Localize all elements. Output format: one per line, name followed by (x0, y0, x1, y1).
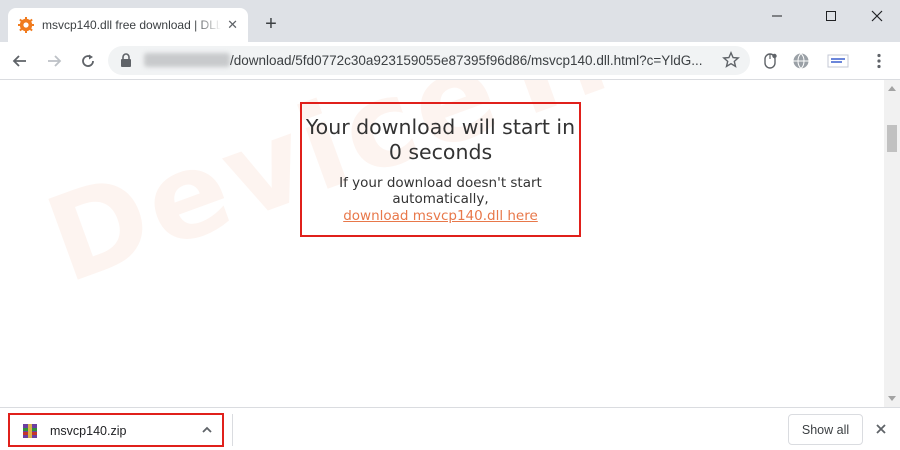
download-item[interactable]: msvcp140.zip (8, 413, 224, 447)
address-bar[interactable]: /download/5fd0772c30a923159055e87395f96d… (108, 46, 750, 75)
extension-globe-button[interactable] (791, 51, 811, 71)
tab-close-icon[interactable]: ✕ (227, 17, 238, 33)
url-text: /download/5fd0772c30a923159055e87395f96d… (230, 53, 703, 68)
extension-kaltura-button[interactable] (826, 51, 850, 71)
url-domain-blurred (144, 53, 230, 67)
mouse-extension-icon (764, 53, 777, 69)
extension-mouse-button[interactable] (760, 51, 780, 71)
download-subtext: If your download doesn't start automatic… (339, 175, 542, 207)
download-shelf: msvcp140.zip Show all (0, 407, 900, 450)
download-notice-box: Your download will start in 0 seconds If… (300, 102, 581, 237)
vertical-scrollbar[interactable] (884, 80, 900, 407)
scroll-up-arrow-icon[interactable] (888, 86, 896, 91)
reload-button[interactable] (76, 49, 100, 73)
minimize-icon (772, 15, 782, 17)
maximize-button[interactable] (808, 0, 854, 32)
close-icon[interactable] (874, 422, 888, 436)
window-close-button[interactable] (854, 0, 900, 32)
minimize-button[interactable] (754, 0, 800, 32)
shelf-divider (232, 414, 233, 446)
tab-title: msvcp140.dll free download | DLL (42, 18, 222, 32)
download-link[interactable]: download msvcp140.dll here (343, 208, 538, 224)
back-arrow-icon (12, 55, 26, 67)
show-all-button[interactable]: Show all (788, 414, 863, 445)
extension-badge-icon (827, 54, 849, 68)
browser-tab[interactable]: msvcp140.dll free download | DLL ✕ (8, 8, 248, 42)
bookmark-star-icon[interactable] (722, 51, 740, 69)
scrollbar-thumb[interactable] (887, 125, 897, 152)
kebab-menu-icon (877, 53, 881, 69)
winrar-archive-icon (23, 424, 37, 438)
gear-favicon-icon (18, 17, 34, 33)
browser-menu-button[interactable] (869, 51, 889, 71)
back-button[interactable] (8, 49, 32, 73)
scroll-down-arrow-icon[interactable] (888, 396, 896, 401)
lock-icon (121, 53, 131, 67)
forward-arrow-icon (48, 55, 62, 67)
maximize-icon (826, 11, 836, 21)
browser-toolbar: /download/5fd0772c30a923159055e87395f96d… (0, 42, 900, 80)
new-tab-button[interactable]: + (259, 12, 283, 36)
download-file-name: msvcp140.zip (50, 424, 127, 438)
close-icon (871, 10, 883, 22)
chevron-up-icon[interactable] (200, 423, 214, 437)
download-heading: Your download will start in 0 seconds (305, 115, 576, 164)
globe-icon (793, 53, 809, 69)
reload-icon (82, 54, 94, 67)
forward-button[interactable] (42, 49, 66, 73)
page-content: DeviceTricks Your download will start in… (0, 80, 884, 407)
tab-strip: msvcp140.dll free download | DLL ✕ + (0, 0, 900, 42)
